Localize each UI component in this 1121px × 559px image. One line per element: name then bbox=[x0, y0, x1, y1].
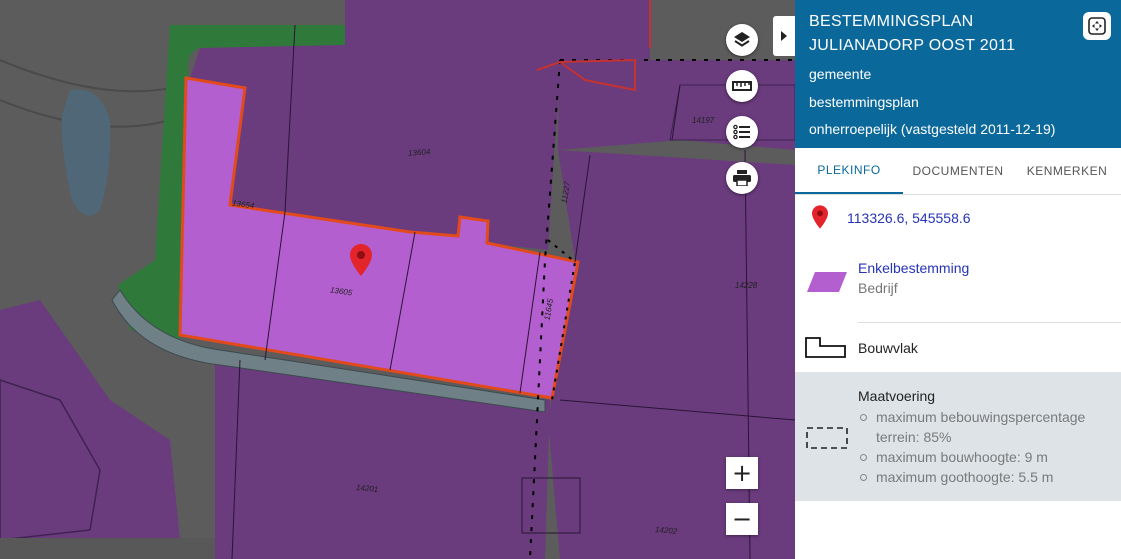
parcel-label: 14197 bbox=[692, 116, 715, 125]
measure-button[interactable] bbox=[726, 70, 758, 102]
chevron-right-icon bbox=[781, 31, 787, 41]
layers-button[interactable] bbox=[726, 24, 758, 56]
layers-icon bbox=[734, 32, 750, 47]
bouwvlak-icon bbox=[805, 337, 846, 358]
bouwvlak-row: Bouwvlak bbox=[795, 332, 1121, 366]
tab-kenmerken[interactable]: KENMERKEN bbox=[1013, 148, 1121, 193]
plan-title-line2: JULIANADORP OOST 2011 bbox=[809, 37, 1016, 54]
gemeente-label: gemeente bbox=[809, 66, 872, 82]
tab-documenten[interactable]: DOCUMENTEN bbox=[903, 148, 1013, 193]
legend-button[interactable] bbox=[726, 116, 758, 148]
plan-title: BESTEMMINGSPLAN JULIANADORP OOST 2011 bbox=[809, 10, 1015, 58]
panel-tabs: PLEKINFO DOCUMENTEN KENMERKEN bbox=[795, 148, 1121, 195]
expand-button[interactable] bbox=[1083, 12, 1111, 40]
plan-type: bestemmingsplan bbox=[809, 94, 919, 110]
zoom-in-button[interactable]: + bbox=[726, 457, 758, 489]
bouwvlak-label: Bouwvlak bbox=[858, 340, 918, 356]
bestemming-sub: Bedrijf bbox=[858, 280, 898, 296]
plan-status: onherroepelijk (vastgesteld 2011-12-19) bbox=[809, 121, 1056, 137]
info-panel: BESTEMMINGSPLAN JULIANADORP OOST 2011 ge… bbox=[795, 0, 1121, 559]
maatvoering-icon bbox=[806, 427, 848, 449]
maatvoering-item: maximum bouwhoogte: 9 m bbox=[858, 447, 1116, 467]
maatvoering-item: maximum bebouwingspercentage terrein: 85… bbox=[858, 407, 1116, 447]
bestemming-row: Enkelbestemming Bedrijf bbox=[795, 258, 1121, 306]
expand-icon bbox=[1088, 17, 1106, 35]
printer-icon bbox=[733, 170, 751, 186]
parcel-label: 13604 bbox=[407, 147, 431, 158]
divider bbox=[858, 322, 1121, 323]
parcel-label: 14202 bbox=[654, 525, 678, 536]
parcel-label: 14201 bbox=[355, 483, 379, 494]
location-marker-icon[interactable] bbox=[350, 244, 372, 281]
collapse-panel-button[interactable] bbox=[773, 16, 795, 56]
maatvoering-item: maximum goothoogte: 5.5 m bbox=[858, 467, 1116, 487]
plan-title-line1: BESTEMMINGSPLAN bbox=[809, 13, 974, 30]
ruler-icon bbox=[732, 81, 752, 91]
list-icon bbox=[733, 124, 750, 140]
maatvoering-list: maximum bebouwingspercentage terrein: 85… bbox=[858, 407, 1116, 487]
parcel-label: 14228 bbox=[735, 281, 758, 290]
map-view[interactable]: 13604 13654 13605 11227 11645 14197 1422… bbox=[0, 0, 795, 559]
bestemming-link[interactable]: Enkelbestemming bbox=[858, 260, 969, 276]
zoom-out-button[interactable]: − bbox=[726, 503, 758, 535]
bedrijf-swatch-icon bbox=[807, 272, 847, 292]
location-pin-icon bbox=[812, 205, 828, 229]
print-button[interactable] bbox=[726, 162, 758, 194]
maatvoering-title: Maatvoering bbox=[858, 388, 936, 404]
map-canvas[interactable] bbox=[0, 0, 795, 559]
coordinates-row: 113326.6, 545558.6 bbox=[795, 204, 1121, 234]
coordinates-link[interactable]: 113326.6, 545558.6 bbox=[847, 210, 971, 226]
tab-plekinfo[interactable]: PLEKINFO bbox=[795, 148, 903, 194]
maatvoering-section: Maatvoering maximum bebouwingspercentage… bbox=[795, 372, 1121, 501]
panel-header: BESTEMMINGSPLAN JULIANADORP OOST 2011 ge… bbox=[795, 0, 1121, 148]
